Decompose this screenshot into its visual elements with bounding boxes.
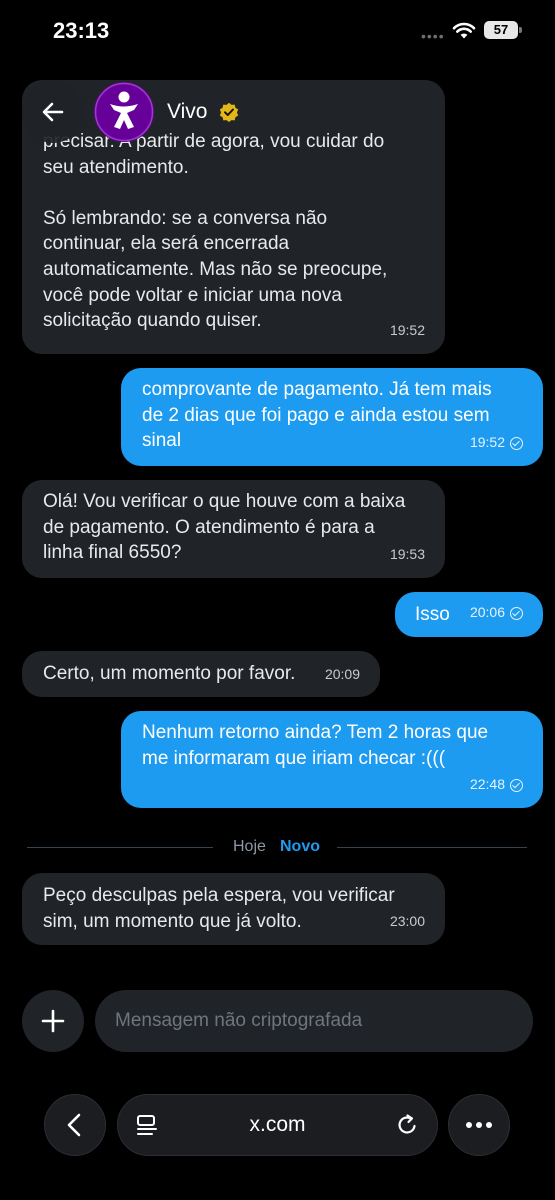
date-separator: Hoje Novo (27, 836, 527, 858)
message-time: 23:00 (389, 913, 425, 930)
verified-badge-icon (219, 102, 239, 122)
message-time: 19:52 (469, 434, 505, 451)
message-sent[interactable]: comprovante de pagamento. Já tem mais de… (121, 368, 543, 466)
message-text: Peço desculpas pela espera, vou verifica… (43, 885, 395, 932)
reload-icon[interactable] (395, 1113, 419, 1137)
new-messages-label: Novo (280, 838, 320, 855)
add-attachment-button[interactable] (22, 990, 84, 1052)
arrow-left-icon (42, 102, 64, 122)
browser-toolbar: x.com (0, 1094, 555, 1158)
battery-indicator: 57 (484, 21, 522, 39)
clock: 23:13 (53, 18, 110, 43)
contact-name[interactable]: Vivo (167, 100, 207, 124)
message-received[interactable]: Peço desculpas pela espera, vou verifica… (22, 873, 445, 945)
chevron-left-icon (67, 1113, 81, 1137)
message-text: comprovante de pagamento. Já tem mais de… (142, 379, 492, 452)
message-composer (0, 990, 555, 1054)
cellular-signal-icon: •••• (421, 28, 445, 44)
message-sent[interactable]: Nenhum retorno ainda? Tem 2 horas que me… (121, 711, 543, 808)
message-time: 19:52 (389, 322, 425, 339)
message-text: Olá! Vou verificar o que houve com a bai… (43, 491, 406, 564)
sent-check-icon (510, 778, 523, 792)
wifi-icon (452, 22, 476, 39)
status-bar: 23:13 •••• 57 (0, 0, 555, 62)
more-options-button[interactable] (448, 1094, 510, 1156)
message-text: Nenhum retorno ainda? Tem 2 horas que me… (142, 722, 489, 769)
divider (337, 847, 527, 848)
address-bar[interactable]: x.com (117, 1094, 438, 1156)
browser-back-button[interactable] (44, 1094, 106, 1156)
message-sent[interactable]: Isso 20:06 (395, 592, 543, 637)
vivo-logo-icon (94, 82, 154, 142)
message-received[interactable]: Olá! Vou verificar o que houve com a bai… (22, 480, 445, 578)
ellipsis-icon (466, 1122, 492, 1128)
message-input[interactable] (95, 990, 533, 1052)
separator-day: Hoje (233, 838, 266, 855)
url-text: x.com (249, 1113, 306, 1136)
message-received[interactable]: Certo, um momento por favor. 20:09 (22, 651, 380, 697)
message-text: Certo, um momento por favor. (43, 663, 296, 684)
sent-check-icon (510, 436, 523, 450)
back-button[interactable] (22, 81, 84, 143)
avatar[interactable] (94, 82, 154, 142)
divider (27, 847, 213, 848)
message-time: 20:06 (469, 604, 505, 621)
conversation-header: Vivo (0, 62, 555, 172)
message-time: 22:48 (469, 776, 505, 793)
message-time: 20:09 (324, 666, 360, 683)
message-time: 19:53 (389, 546, 425, 563)
sent-check-icon (510, 606, 523, 620)
plus-icon (41, 1009, 65, 1033)
